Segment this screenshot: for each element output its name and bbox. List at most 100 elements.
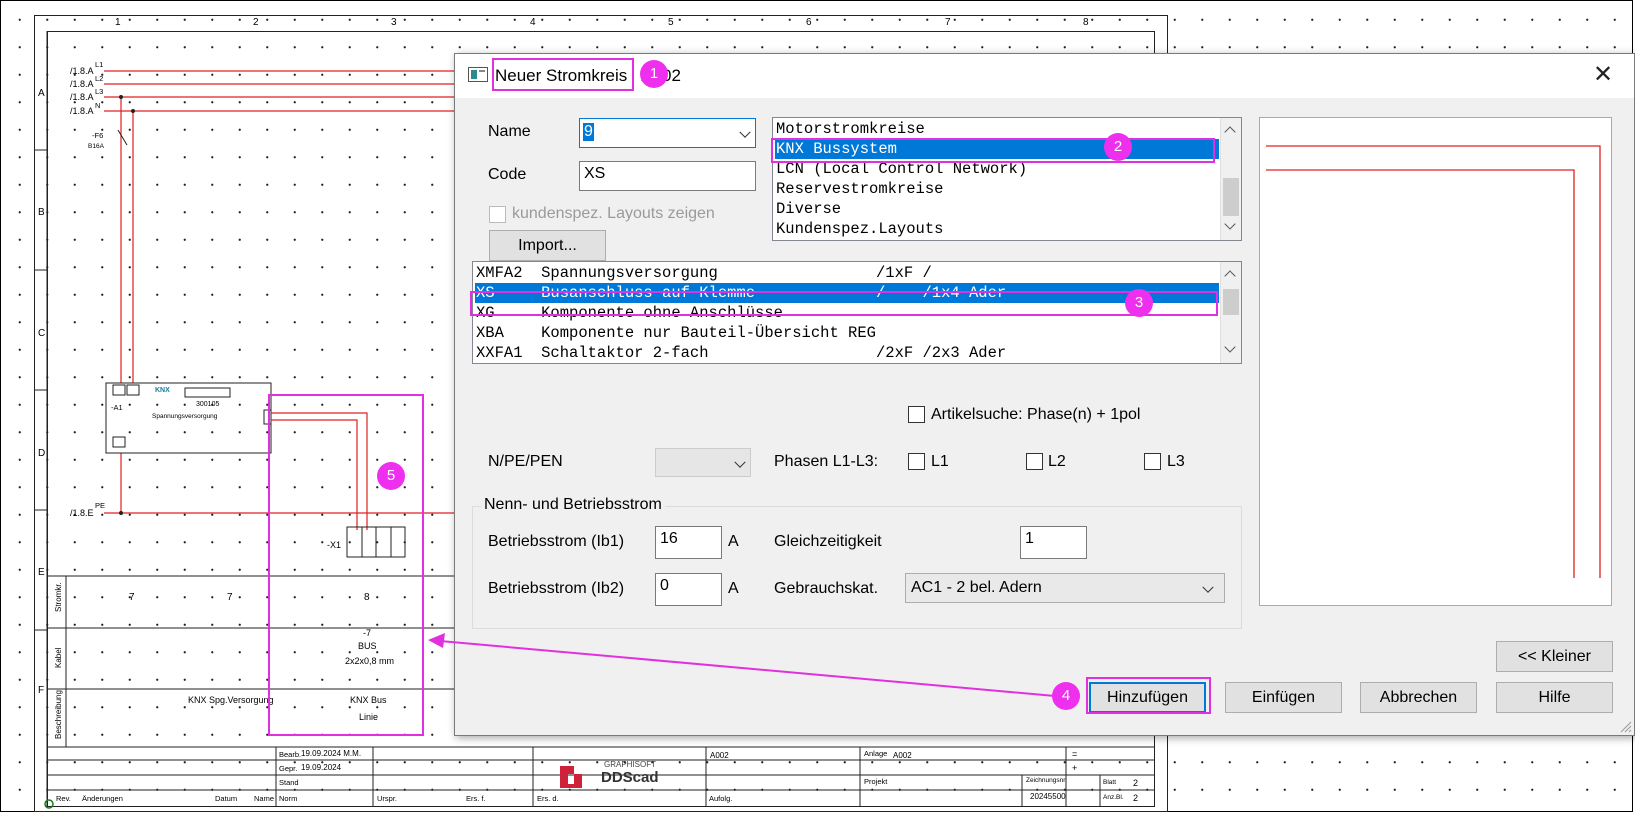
scroll-down-icon[interactable] [1224,218,1236,230]
product-name: DDScad [601,769,659,786]
titleblock-label: Ers. d. [537,794,559,803]
pe-label: PE [95,501,106,510]
description-text: KNX Spg.Versorgung [188,695,274,705]
usage-combobox[interactable]: AC1 - 2 bel. Adern [905,573,1225,603]
titleblock-label: Norm [279,794,298,803]
titleblock-label: Zeichnungsnr. [1026,777,1067,784]
chevron-down-icon[interactable] [1202,581,1214,593]
titleblock-label: Datum [215,794,238,803]
scroll-down-icon[interactable] [1224,341,1236,353]
pe-ref-label: /1.8.E [70,508,94,518]
titleblock-label: Blatt [1103,779,1117,786]
npe-combobox[interactable] [655,448,751,477]
ib2-field[interactable]: 0 [655,573,722,606]
phase-l2-checkbox[interactable] [1026,453,1043,470]
layout-scrollbar[interactable] [1220,262,1241,363]
help-button[interactable]: Hilfe [1496,682,1613,713]
import-button[interactable]: Import... [489,230,606,261]
step-badge: 4 [1052,682,1080,710]
step-badge: 1 [640,60,668,88]
ib1-field[interactable]: 16 [655,526,722,559]
device-number: 300105 [196,401,220,408]
simultaneity-field[interactable]: 1 [1020,526,1087,559]
app-window-icon [468,67,488,82]
ib1-unit: A [728,533,739,550]
name-value: 9 [583,123,594,141]
phase-l3-label: L3 [1167,453,1185,470]
current-group-title: Nenn- und Betriebsstrom [481,496,665,514]
chevron-down-icon[interactable] [739,126,751,138]
ib2-label: Betriebsstrom (Ib2) [488,580,625,597]
phase-name: L2 [95,74,104,83]
titleblock-symbol: = [1072,749,1078,759]
highlight-add-button [1086,677,1211,714]
titleblock-value: 2 [1133,778,1139,788]
code-field[interactable]: XS [579,161,756,191]
resize-grip-icon[interactable] [1618,719,1632,733]
layout-item[interactable]: XBA Komponente nur Bauteil-Übersicht REG [475,323,1219,343]
titleblock-value: 20245500 [1030,792,1066,801]
titleblock-label: Bearb. [279,750,302,759]
layout-item[interactable]: XMFA2 Spannungsversorgung /1xF / [475,263,1219,283]
titleblock-label: Gepr. [279,764,298,773]
ib2-unit: A [728,580,739,597]
titleblock-label: Projekt [864,777,888,786]
category-item[interactable]: Diverse [775,199,1219,219]
category-item[interactable]: Motorstromkreise [775,119,1219,139]
titleblock-label: Anz.Bl. [1103,794,1124,801]
phases-label: Phasen L1-L3: [774,453,879,470]
highlight-layout-item [470,291,1218,316]
close-icon[interactable]: ✕ [1588,62,1618,88]
titleblock-value: 19.09.2024 M.M. [301,749,362,758]
smaller-button[interactable]: << Kleiner [1496,641,1613,672]
step-badge: 2 [1104,133,1132,161]
category-item[interactable]: Reservestromkreise [775,179,1219,199]
category-scrollbar[interactable] [1220,118,1241,240]
phase-l2-label: L2 [1048,453,1066,470]
layout-item[interactable]: XXFA1 Schaltaktor 2-fach /2xF /2x3 Ader [475,343,1219,363]
fuse-label: -F6 [92,131,104,140]
category-item[interactable]: Kundenspez.Layouts [775,219,1219,239]
preview-wires [1266,145,1601,578]
ib1-label: Betriebsstrom (Ib1) [488,533,625,550]
titleblock-symbol: + [1072,763,1078,773]
layout-preview [1259,117,1612,606]
usage-label: Gebrauchskat. [774,580,879,597]
titleblock-value: 2 [1133,793,1139,803]
table-row-label: Kabel [54,647,63,668]
titleblock-label: Änderungen [82,794,123,803]
scroll-up-icon[interactable] [1224,270,1236,282]
titleblock-value: 19.09.2024 [301,763,342,772]
category-listbox[interactable]: Motorstromkreise KNX Bussystem LCN (Loca… [772,117,1242,241]
name-combobox[interactable]: 9 [579,118,756,148]
phase-ref-label: /1.8.A [70,92,94,102]
custom-layouts-checkbox[interactable] [489,206,506,223]
device-label: -A1 [111,403,123,412]
simultaneity-label: Gleichzeitigkeit [774,533,882,550]
phase-ref-label: /1.8.A [70,79,94,89]
scroll-thumb[interactable] [1223,289,1239,315]
name-label: Name [488,123,531,140]
scroll-thumb[interactable] [1223,178,1239,216]
phase-l1-checkbox[interactable] [908,453,925,470]
stromkreis-value: 7 [227,592,233,603]
titleblock-label: Ers. f. [466,794,486,803]
insert-button[interactable]: Einfügen [1225,682,1342,713]
titleblock-value: A002 [893,751,912,760]
phase-ref-label: /1.8.A [70,66,94,76]
scroll-up-icon[interactable] [1224,126,1236,138]
table-row-label: Stromkr. [54,582,63,612]
titleblock-label: Aufolg. [709,794,733,803]
step-badge: 3 [1125,289,1153,317]
cancel-button[interactable]: Abbrechen [1360,682,1477,713]
phase-name: L1 [95,60,104,69]
phase-name: N [95,101,101,110]
article-search-checkbox[interactable] [908,406,925,423]
highlight-category-item [771,138,1215,163]
article-search-label: Artikelsuche: Phase(n) + 1pol [931,406,1141,423]
phase-l3-checkbox[interactable] [1144,453,1161,470]
chevron-down-icon[interactable] [734,456,746,468]
titleblock-label: Rev. [56,794,71,803]
npe-label: N/PE/PEN [488,453,563,470]
fuse-rating: B16A [88,143,104,150]
